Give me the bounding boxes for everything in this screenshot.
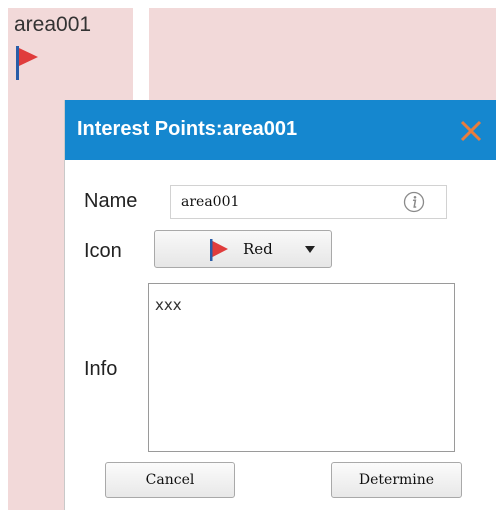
icon-select[interactable]: Red [154, 230, 332, 268]
chevron-down-icon [305, 246, 315, 253]
close-icon[interactable] [458, 118, 484, 144]
map-canvas: area001 Interest Points:area001 Name Ico… [0, 0, 496, 510]
info-textarea[interactable]: xxx [148, 283, 455, 452]
dialog-titlebar: Interest Points:area001 [65, 100, 496, 160]
icon-label: Icon [84, 240, 122, 262]
info-label: Info [84, 358, 118, 380]
red-flag-icon [210, 239, 228, 261]
info-icon[interactable] [403, 191, 425, 213]
dialog-title: Interest Points:area001 [77, 118, 298, 140]
interest-points-dialog: Interest Points:area001 Name Icon Red In… [64, 100, 496, 510]
cancel-button[interactable]: Cancel [105, 462, 235, 498]
name-label: Name [84, 190, 138, 212]
red-flag-icon[interactable] [14, 45, 40, 81]
determine-button[interactable]: Determine [331, 462, 462, 498]
icon-select-value: Red [243, 240, 273, 258]
map-marker-label: area001 [14, 13, 92, 36]
